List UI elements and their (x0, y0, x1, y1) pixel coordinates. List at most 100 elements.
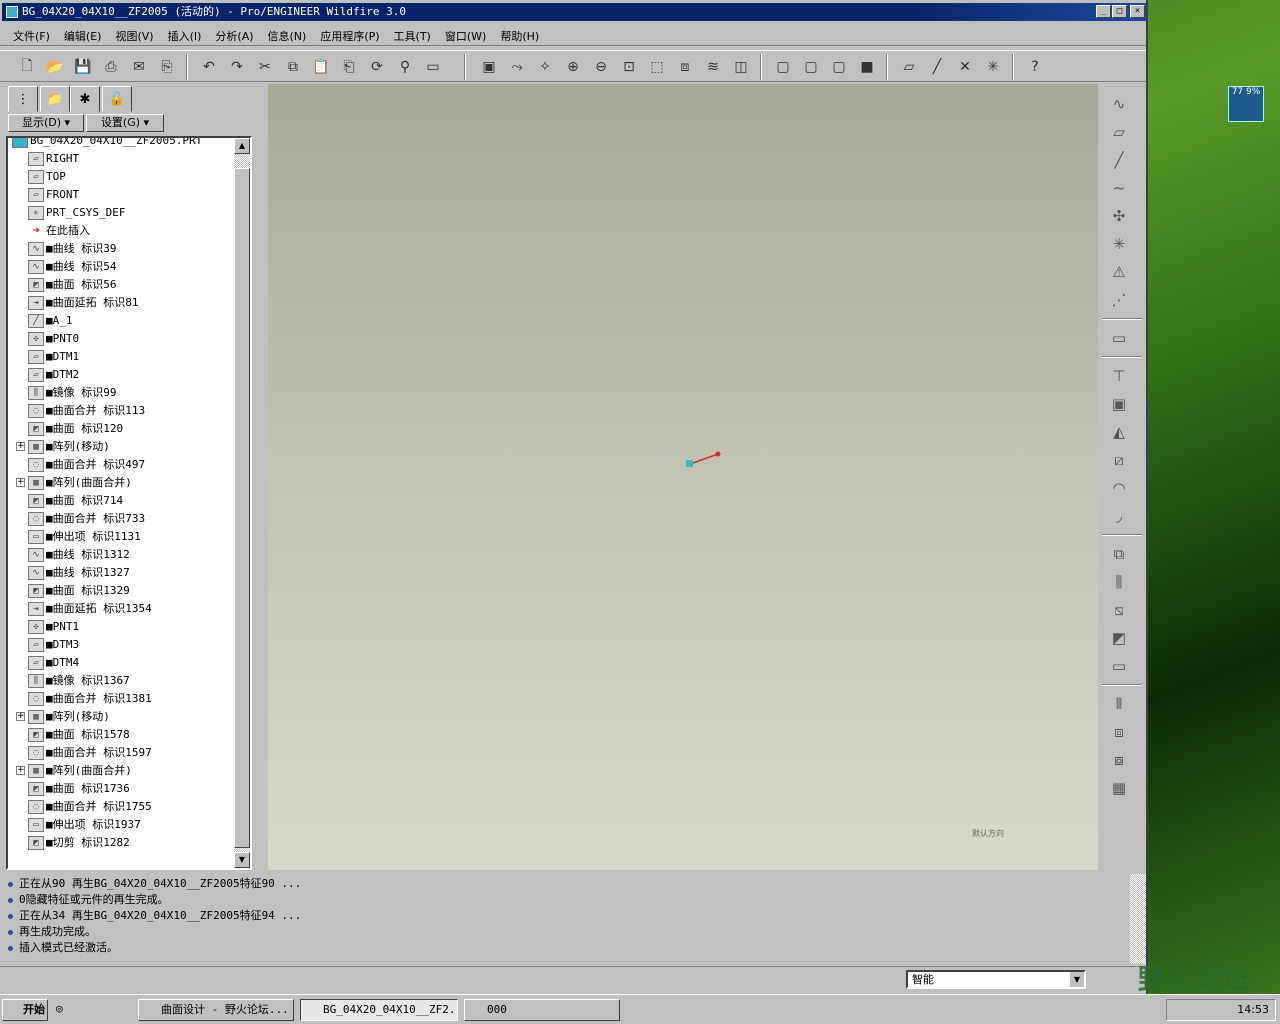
tree-item[interactable]: ⇥ ■曲面延拓 标识81 (28, 294, 139, 312)
solidify-icon[interactable]: ⧇ (1106, 748, 1132, 772)
task-folder[interactable]: 000 (464, 999, 620, 1021)
wireframe-icon[interactable]: ▢ (772, 56, 794, 78)
paste-icon[interactable]: 📋 (310, 56, 332, 78)
tree-item[interactable]: ◩ ■曲面 标识1736 (28, 780, 130, 798)
view-manager-icon[interactable]: ⬚ (646, 56, 668, 78)
tree-item[interactable]: ▭ ■伸出项 标识1937 (28, 816, 141, 834)
hole-icon[interactable]: ⊤ (1106, 364, 1132, 388)
redo-icon[interactable]: ↷ (226, 56, 248, 78)
tree-item[interactable]: ▦ ■阵列(移动) (28, 438, 110, 456)
tree-item[interactable]: ◌ ■曲面合并 标识113 (28, 402, 145, 420)
message-scrollbar[interactable] (1130, 874, 1146, 964)
tree-item[interactable]: ∿ ■曲线 标识54 (28, 258, 117, 276)
datum-curve-tool-icon[interactable]: ∼ (1106, 176, 1132, 200)
refit-icon[interactable]: ⊡ (618, 56, 640, 78)
datum-axes-icon[interactable]: ╱ (926, 56, 948, 78)
menu-analysis[interactable]: 分析(A) (208, 24, 260, 45)
pattern-tool-icon[interactable]: ▦ (1106, 776, 1132, 800)
tree-item[interactable]: ▱ ■DTM4 (28, 654, 79, 672)
tree-item[interactable]: ▱ ■DTM3 (28, 636, 79, 654)
settings-dropdown[interactable]: 设置(G) ▾ (86, 114, 164, 132)
start-button[interactable]: 开始 (2, 999, 48, 1021)
shell-icon[interactable]: ▣ (1106, 392, 1132, 416)
copy-icon[interactable]: ⧉ (282, 56, 304, 78)
saved-views-icon[interactable]: ⧈ (674, 56, 696, 78)
datum-planes-icon[interactable]: ▱ (898, 56, 920, 78)
tree-item[interactable]: ▱ TOP (28, 168, 66, 186)
quick-launch-icon[interactable]: ◎ (56, 999, 76, 1021)
menu-tools[interactable]: 工具(T) (387, 24, 438, 45)
tree-item[interactable]: ◩ ■曲面 标识120 (28, 420, 123, 438)
sketched-datum-icon[interactable]: ⋰ (1106, 288, 1132, 312)
regenerate-icon[interactable]: ⟳ (366, 56, 388, 78)
tree-item[interactable]: ✳ PRT_CSYS_DEF (28, 204, 125, 222)
close-button[interactable]: × (1130, 5, 1145, 18)
tree-item[interactable]: ◩ ■曲面 标识1578 (28, 726, 130, 744)
datum-point-tool-icon[interactable]: ✣ (1106, 204, 1132, 228)
tree-scrollbar[interactable]: ▲ ▼ (234, 138, 250, 868)
csys-tool-icon[interactable]: ✳ (1106, 232, 1132, 256)
new-icon[interactable]: 🗋 (16, 56, 38, 78)
tree-item[interactable]: ⇥ ■曲面延拓 标识1354 (28, 600, 152, 618)
save-icon[interactable]: 💾 (72, 56, 94, 78)
tree-item[interactable]: ▦ ■阵列(曲面合并) (28, 762, 132, 780)
zoom-out-icon[interactable]: ⊖ (590, 56, 612, 78)
tree-item[interactable]: ▦ ■阵列(曲面合并) (28, 474, 132, 492)
menu-file[interactable]: 文件(F) (6, 24, 57, 45)
tree-item[interactable]: ➜ 在此插入 (28, 222, 90, 240)
tab-folder-browser[interactable]: 📁 (40, 86, 70, 112)
tree-item[interactable]: ◌ ■曲面合并 标识733 (28, 510, 145, 528)
tree-item[interactable]: ▱ ■DTM2 (28, 366, 79, 384)
minimize-button[interactable]: _ (1096, 5, 1111, 18)
send-icon[interactable]: ⎘ (156, 56, 178, 78)
rib-icon[interactable]: ◭ (1106, 420, 1132, 444)
paste-special-icon[interactable]: ⎗ (338, 56, 360, 78)
tree-item[interactable]: ╱ ■A_1 (28, 312, 73, 330)
expand-toggle[interactable]: + (16, 442, 25, 451)
layers-icon[interactable]: ≋ (702, 56, 724, 78)
offset-icon[interactable]: ⫴ (1106, 692, 1132, 716)
spin-center-icon[interactable]: ✧ (534, 56, 556, 78)
tree-item[interactable]: ▱ RIGHT (28, 150, 79, 168)
menu-edit[interactable]: 编辑(E) (57, 24, 109, 45)
graphics-window[interactable]: 默认方向 (268, 84, 1098, 870)
zoom-in-icon[interactable]: ⊕ (562, 56, 584, 78)
scroll-down-button[interactable]: ▼ (234, 852, 250, 868)
menu-help[interactable]: 帮助(H) (493, 24, 546, 45)
expand-toggle[interactable]: + (16, 478, 25, 487)
orient-icon[interactable]: ⤳ (506, 56, 528, 78)
tree-item[interactable]: ◌ ■曲面合并 标识497 (28, 456, 145, 474)
model-display-icon[interactable]: ◫ (730, 56, 752, 78)
tree-item[interactable]: ◩ ■曲面 标识714 (28, 492, 123, 510)
tab-model-tree[interactable]: ⋮ (8, 86, 38, 112)
round-icon[interactable]: ◠ (1106, 476, 1132, 500)
edit-box-icon[interactable]: ▭ (1106, 326, 1132, 350)
tree-item[interactable]: ▱ FRONT (28, 186, 79, 204)
expand-toggle[interactable]: + (16, 712, 25, 721)
print-icon[interactable]: ⎙ (100, 56, 122, 78)
open-icon[interactable]: 📂 (44, 56, 66, 78)
tree-item[interactable]: ⫼ ■镜像 标识99 (28, 384, 117, 402)
merge-tool-icon[interactable]: ⧅ (1106, 598, 1132, 622)
tree-item[interactable]: ▱ ■DTM1 (28, 348, 79, 366)
analysis-feature-icon[interactable]: ⚠ (1106, 260, 1132, 284)
tree-item[interactable]: ✣ ■PNT0 (28, 330, 79, 348)
menu-info[interactable]: 信息(N) (261, 24, 314, 45)
datum-points-icon[interactable]: ✕ (954, 56, 976, 78)
display-dropdown[interactable]: 显示(D) ▾ (8, 114, 84, 132)
scroll-thumb[interactable] (234, 168, 250, 848)
tree-root[interactable]: BG_04X20_04X10__ZF2005.PRT (12, 138, 202, 150)
window-select-icon[interactable]: ▭ (422, 56, 444, 78)
tree-item[interactable]: ∿ ■曲线 标识1312 (28, 546, 130, 564)
mirror-tool-icon[interactable]: ⫼ (1106, 570, 1132, 594)
expand-toggle[interactable]: + (16, 766, 25, 775)
shading-icon[interactable]: ■ (856, 56, 878, 78)
context-help-icon[interactable]: ? (1024, 56, 1046, 78)
datum-plane-tool-icon[interactable]: ▱ (1106, 120, 1132, 144)
extend-tool-icon[interactable]: ▭ (1106, 654, 1132, 678)
menu-window[interactable]: 窗口(W) (438, 24, 493, 45)
task-browser[interactable]: 曲面设计 - 野火论坛... (138, 999, 294, 1021)
tree-item[interactable]: ∿ ■曲线 标识39 (28, 240, 117, 258)
no-hidden-icon[interactable]: ▢ (828, 56, 850, 78)
tree-item[interactable]: ◩ ■切剪 标识1282 (28, 834, 130, 852)
